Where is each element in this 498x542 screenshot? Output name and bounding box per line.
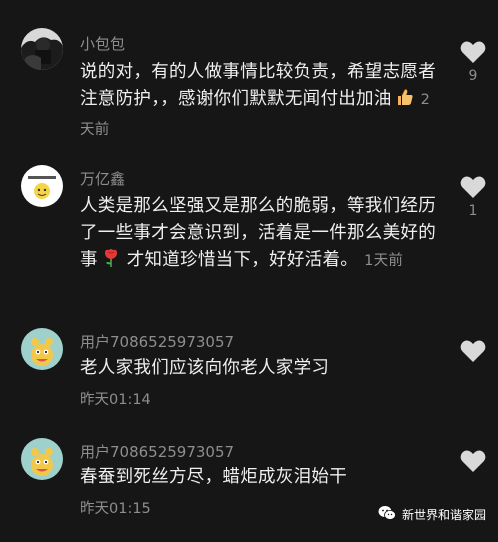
like-count: 1 <box>468 203 478 219</box>
comment-text: 春蚕到死丝方尽，蜡炬成灰泪始干 <box>80 467 347 487</box>
user-avatar[interactable] <box>21 165 63 207</box>
heart-icon <box>460 41 486 63</box>
heart-icon <box>460 340 486 362</box>
comment-body: 说的对，有的人做事情比较负责，希望志愿者注意防护，，感谢你们默默无闻付出加油 <box>80 62 436 109</box>
rose-icon <box>101 248 121 277</box>
thumbs-up-icon <box>395 87 415 116</box>
user-avatar[interactable] <box>21 438 63 480</box>
heart-icon <box>460 450 486 472</box>
comment-username[interactable]: 用户7086525973057 <box>80 331 234 352</box>
comment-username[interactable]: 用户7086525973057 <box>80 441 234 462</box>
like-count: 9 <box>468 68 478 84</box>
wechat-icon <box>378 505 396 524</box>
user-avatar[interactable] <box>21 328 63 370</box>
comment-username[interactable]: 小包包 <box>80 33 125 54</box>
comment-text: 老人家我们应该向你老人家学习 <box>80 358 330 378</box>
like-button[interactable] <box>458 449 488 473</box>
watermark: 新世界和谐家园 <box>378 505 486 524</box>
comment-time: 昨天01:14 <box>80 392 151 408</box>
comment-username[interactable]: 万亿鑫 <box>80 168 125 189</box>
comment-time: 昨天01:15 <box>80 501 151 517</box>
comment-body-continued: 才知道珍惜当下，好好活着。 <box>126 250 359 270</box>
user-avatar[interactable] <box>21 28 63 70</box>
like-button[interactable] <box>458 339 488 363</box>
watermark-text: 新世界和谐家园 <box>401 508 486 522</box>
comment-time: 1天前 <box>364 253 404 269</box>
like-button[interactable]: 9 <box>458 40 488 84</box>
like-button[interactable]: 1 <box>458 175 488 219</box>
comment-text: 人类是那么坚强又是那么的脆弱，等我们经历了一些事才会意识到，活着是一件那么美好的… <box>80 193 440 277</box>
comment-text: 说的对，有的人做事情比较负责，希望志愿者注意防护，，感谢你们默默无闻付出加油 2天… <box>80 59 440 144</box>
heart-icon <box>460 176 486 198</box>
